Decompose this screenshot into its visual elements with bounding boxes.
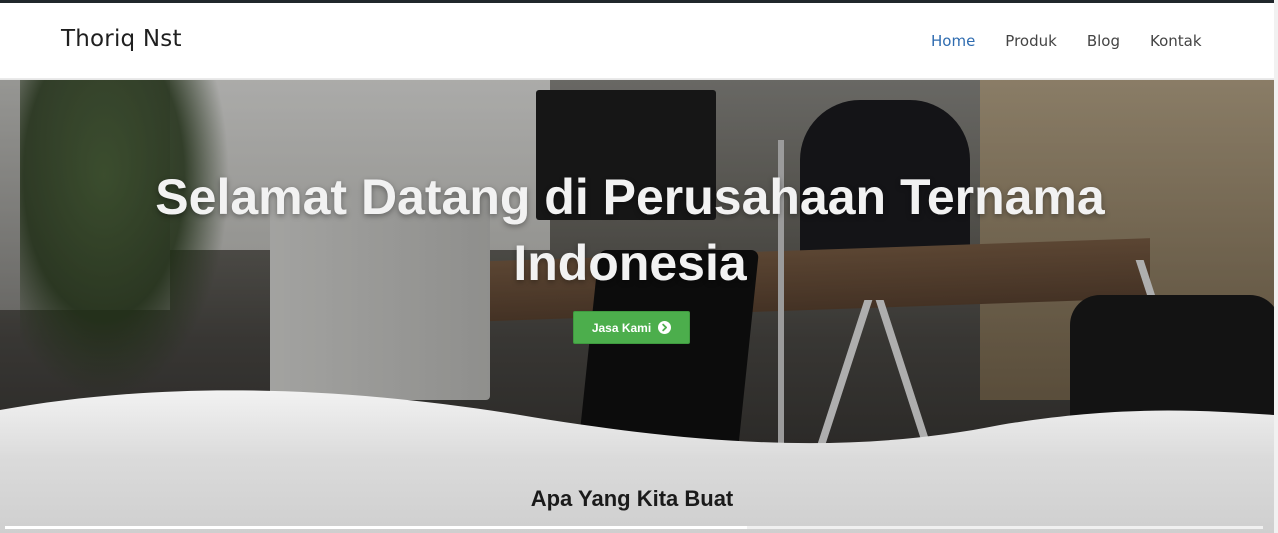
- services-section: Apa Yang Kita Buat: [0, 450, 1274, 533]
- cta-button-label: Jasa Kami: [591, 320, 652, 335]
- nav-link-blog[interactable]: Blog: [1087, 32, 1120, 50]
- scroll-progress-bar: [5, 526, 1263, 529]
- brand-logo[interactable]: Thoriq Nst: [61, 26, 182, 52]
- nav-link-kontak[interactable]: Kontak: [1150, 32, 1202, 50]
- circle-chevron-right-icon: [658, 321, 672, 334]
- hero-title: Selamat Datang di Perusahaan Ternama Ind…: [155, 169, 1105, 291]
- nav-link-home[interactable]: Home: [931, 32, 975, 50]
- section-title: Apa Yang Kita Buat: [530, 486, 734, 511]
- navbar: Thoriq Nst Home Produk Blog Kontak: [0, 3, 1274, 79]
- page-scrollbar[interactable]: [1274, 0, 1278, 533]
- hero-wave-divider: [0, 390, 1274, 455]
- nav-menu: Home Produk Blog Kontak: [931, 32, 1232, 50]
- scroll-progress-fill: [5, 526, 748, 529]
- nav-link-produk[interactable]: Produk: [1005, 32, 1057, 50]
- jasa-kami-button[interactable]: Jasa Kami: [573, 311, 690, 344]
